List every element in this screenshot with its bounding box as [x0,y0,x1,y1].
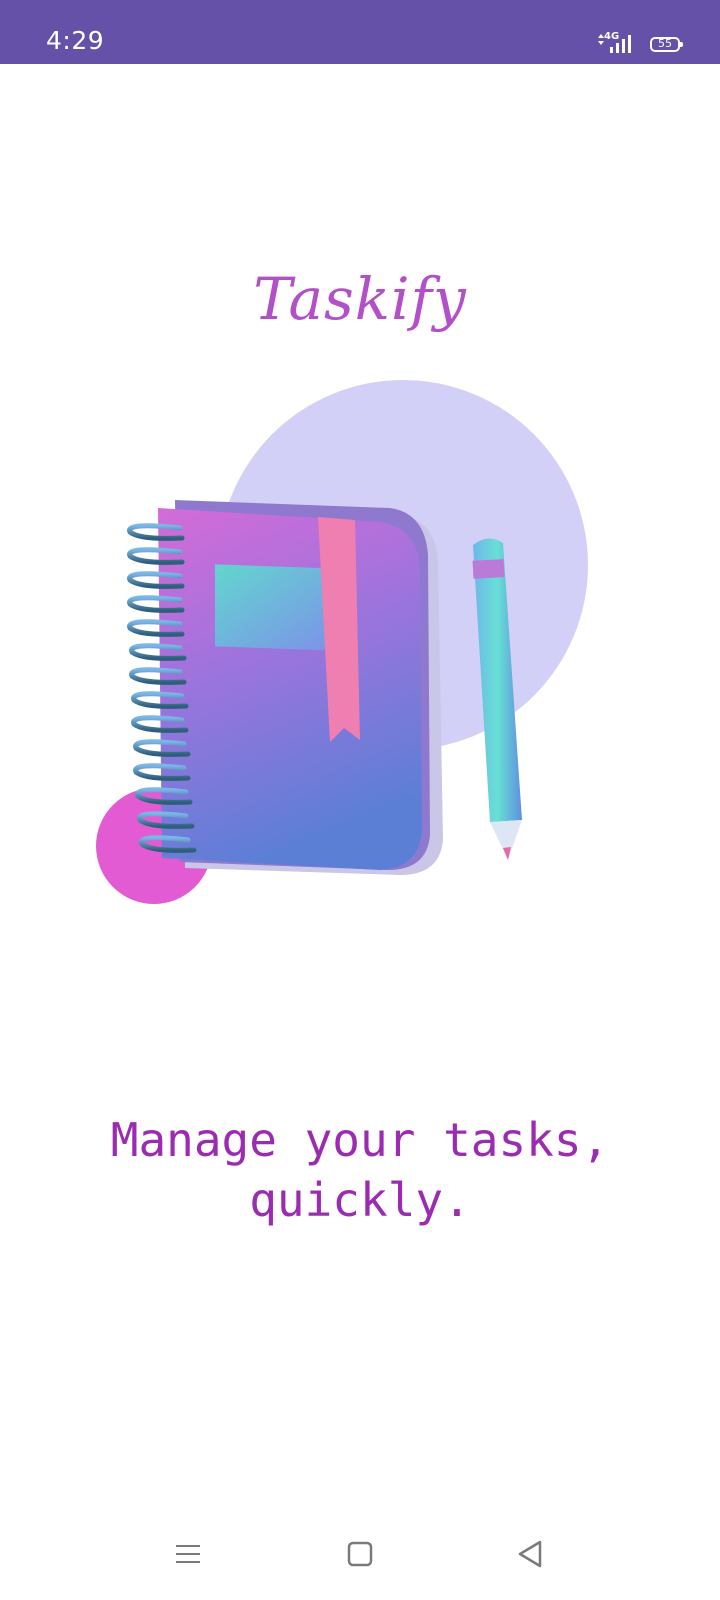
home-icon[interactable] [340,1534,380,1574]
navigation-bar [0,1510,720,1600]
back-icon[interactable] [510,1534,550,1574]
tagline: Manage your tasks, quickly. [110,1113,610,1227]
signal-icon: 4G [596,31,636,56]
status-bar: 4:29 4G 55 [0,0,720,64]
menu-icon[interactable] [168,1534,208,1574]
app-title: Taskify [253,265,467,333]
status-indicators: 4G 55 [596,31,683,56]
notebook-icon [127,500,443,875]
status-time: 4:29 [46,26,105,55]
battery-level: 55 [658,36,672,50]
hero-illustration [90,380,610,930]
network-type: 4G [604,31,620,42]
battery-icon: 55 [650,36,683,52]
